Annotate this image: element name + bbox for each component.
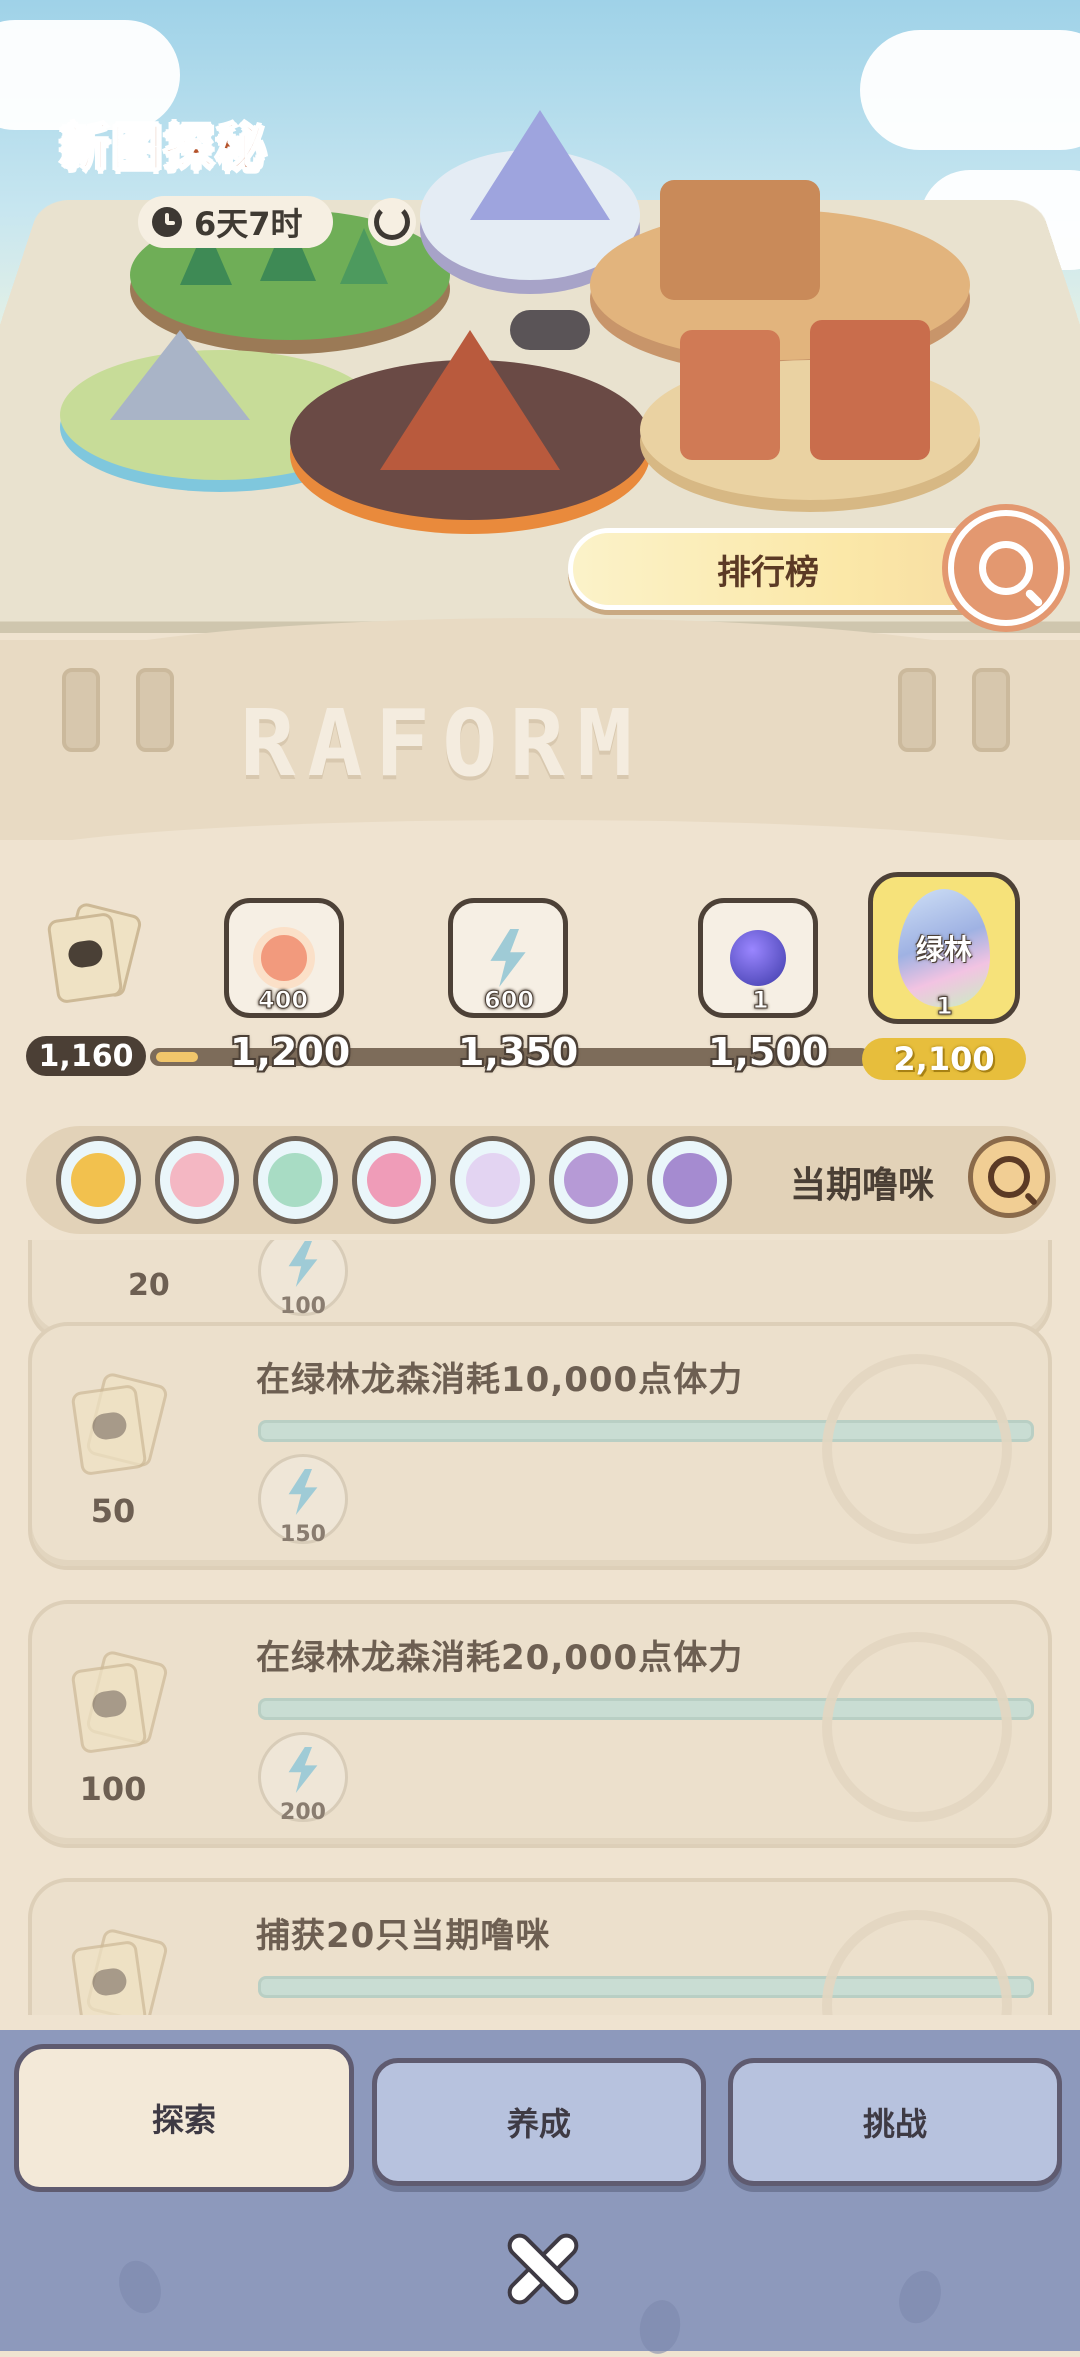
white-bird-creature[interactable] <box>450 1136 535 1224</box>
progress-fill <box>156 1052 198 1062</box>
energy-bolt-icon <box>288 1469 318 1515</box>
raccoon-stamp-icon <box>822 1910 1012 2015</box>
milestone-points: 1,200 <box>230 1030 351 1074</box>
raccoon-stamp-icon <box>822 1354 1012 1544</box>
rock-pillar <box>680 330 780 460</box>
event-card-icon <box>64 1371 170 1494</box>
milestone-reward-qty: 1 <box>752 986 770 1015</box>
milestone-reward-qty: 1 <box>936 992 954 1021</box>
green-glasses-creature[interactable] <box>253 1136 338 1224</box>
mountain <box>110 330 250 420</box>
event-timer: 6天7时 <box>138 196 333 248</box>
period-creatures-label: 当期噜咪 <box>790 1165 935 1206</box>
donut-icon <box>253 927 315 989</box>
pink-glasses-creature[interactable] <box>154 1136 240 1224</box>
clock-icon <box>152 207 182 237</box>
cloud <box>860 30 1080 150</box>
volcano <box>380 330 560 470</box>
milestone-points: 1,350 <box>458 1030 579 1074</box>
pink-flower-creature[interactable] <box>351 1136 437 1224</box>
task-item-qty: 100 <box>280 1294 326 1319</box>
event-card-icon <box>46 901 144 1005</box>
task-card: 捕获20只当期噜咪 <box>28 1878 1052 2015</box>
task-item-qty: 200 <box>280 1800 326 1825</box>
event-card-icon <box>64 1927 170 2015</box>
current-points: 1,160 <box>26 1036 146 1076</box>
tab-challenge[interactable]: 挑战 <box>728 2058 1062 2186</box>
green-forest-egg-icon: 绿林 <box>898 889 990 1007</box>
task-title: 在绿林龙森消耗10,000点体力 <box>256 1360 744 1400</box>
task-reward-qty: 100 <box>79 1770 147 1808</box>
tab-explore[interactable]: 探索 <box>14 2044 354 2192</box>
leaderboard-search-icon[interactable] <box>948 510 1064 626</box>
energy-bolt-icon <box>490 929 526 987</box>
milestone-reward-qty: 400 <box>257 986 309 1015</box>
hero-map: 新图探秘 6天7时 排行榜 <box>0 0 1080 700</box>
creature-list <box>56 1130 732 1230</box>
purple-owl-creature-2[interactable] <box>647 1136 732 1224</box>
task-reward-qty: 20 <box>128 1268 170 1303</box>
task-item-qty: 150 <box>280 1522 326 1547</box>
task-reward-qty: 50 <box>90 1492 136 1530</box>
close-icon[interactable] <box>496 2224 586 2314</box>
task-list[interactable]: 100 20 50 在绿林龙森消耗10,000点体力 150 100 在绿林龙森… <box>0 1240 1080 2015</box>
event-title: 新图探秘 <box>59 118 268 178</box>
smoke <box>510 310 590 350</box>
purple-owl-creature[interactable] <box>548 1136 634 1224</box>
raccoon-stamp-icon <box>822 1632 1012 1822</box>
milestone-points: 1,500 <box>708 1030 829 1074</box>
binder-clip <box>62 668 100 752</box>
header-logo: RAFORM <box>240 690 645 797</box>
task-card: 50 在绿林龙森消耗10,000点体力 150 <box>28 1322 1052 1570</box>
task-title: 在绿林龙森消耗20,000点体力 <box>256 1638 744 1678</box>
rock-pillar <box>810 320 930 460</box>
refresh-icon[interactable] <box>368 198 416 246</box>
tab-develop[interactable]: 养成 <box>372 2058 706 2186</box>
mesa <box>660 180 820 300</box>
crystal-ball-icon <box>730 930 786 986</box>
yellow-hamster-creature[interactable] <box>56 1136 141 1224</box>
snow-mountain <box>470 110 610 220</box>
task-card: 100 在绿林龙森消耗20,000点体力 200 <box>28 1600 1052 1848</box>
binder-clip <box>136 668 174 752</box>
task-title: 捕获20只当期噜咪 <box>256 1916 551 1956</box>
timer-text: 6天7时 <box>194 205 303 243</box>
binder-clip <box>972 668 1010 752</box>
milestone-points-final: 2,100 <box>862 1038 1026 1080</box>
milestone-reward-qty: 600 <box>483 986 535 1015</box>
binder-clip <box>898 668 936 752</box>
energy-bolt-icon <box>288 1747 318 1793</box>
period-creatures-search-icon[interactable] <box>968 1136 1050 1218</box>
event-card-icon <box>64 1649 170 1772</box>
